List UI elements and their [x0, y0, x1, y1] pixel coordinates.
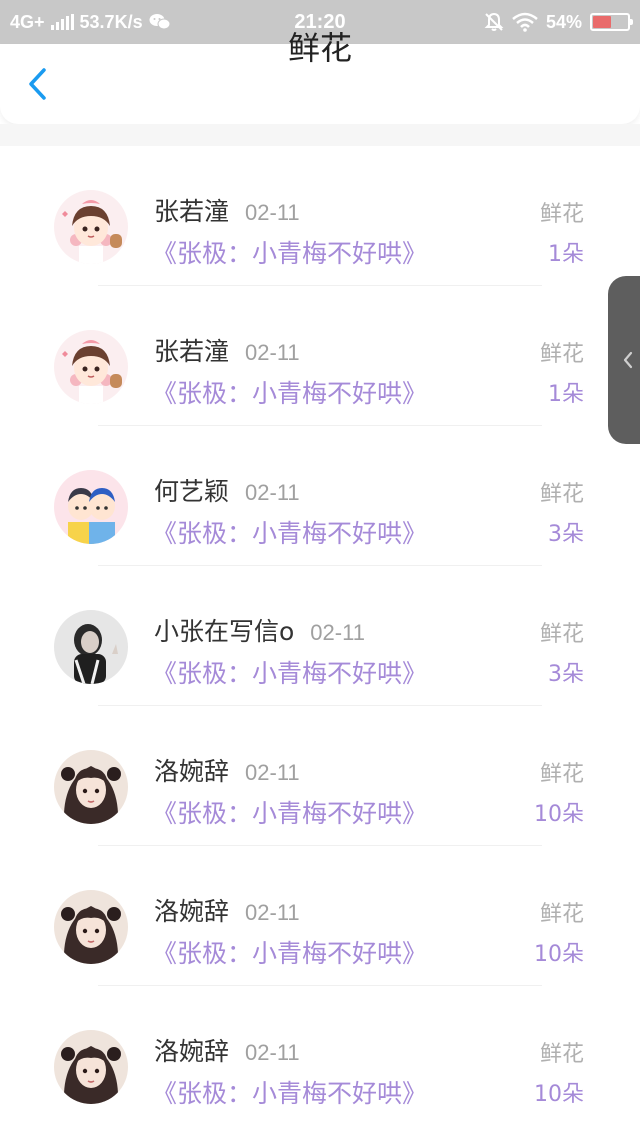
gift-type-label: 鲜花 [539, 482, 584, 507]
name-line: 张若潼 02-11 [154, 192, 300, 228]
user-name[interactable]: 洛婉辞 [154, 892, 229, 928]
gift-type-label: 鲜花 [539, 202, 584, 227]
gift-type-label: 鲜花 [539, 622, 584, 647]
wechat-icon [149, 14, 171, 30]
user-name[interactable]: 张若潼 [154, 192, 229, 228]
gift-count: 3朵 [548, 662, 584, 687]
book-title[interactable]: 《张极：小青梅不好哄》 [152, 1074, 427, 1110]
gift-type-label: 鲜花 [539, 342, 584, 367]
user-name[interactable]: 洛婉辞 [154, 752, 229, 788]
user-name[interactable]: 洛婉辞 [154, 1032, 229, 1068]
gift-type-label: 鲜花 [539, 1042, 584, 1067]
gift-count: 1朵 [548, 242, 584, 267]
avatar[interactable] [54, 1030, 128, 1104]
status-left: 4G+ 53.7K/s [10, 0, 171, 44]
gift-date: 02-11 [245, 1040, 300, 1065]
name-line: 小张在写信o 02-11 [154, 612, 365, 648]
book-title[interactable]: 《张极：小青梅不好哄》 [152, 374, 427, 410]
gift-date: 02-11 [245, 760, 300, 785]
network-speed: 53.7K/s [79, 11, 143, 32]
book-title[interactable]: 《张极：小青梅不好哄》 [152, 794, 427, 830]
girl-photo-avatar [54, 890, 128, 964]
list-item[interactable]: 小张在写信o 02-11 《张极：小青梅不好哄》 鲜花 3朵 [0, 566, 640, 706]
header-separator [0, 124, 640, 146]
list-item[interactable]: 洛婉辞 02-11 《张极：小青梅不好哄》 鲜花 10朵 [0, 846, 640, 986]
gift-count: 3朵 [548, 522, 584, 547]
status-bar: 4G+ 53.7K/s 21:20 54% [0, 0, 640, 44]
girl-cartoon-avatar [54, 330, 128, 404]
list-item[interactable]: 洛婉辞 02-11 《张极：小青梅不好哄》 鲜花 10朵 [0, 986, 640, 1126]
girl-cartoon-avatar [54, 190, 128, 264]
list-item[interactable]: 张若潼 02-11 《张极：小青梅不好哄》 鲜花 1朵 [0, 146, 640, 286]
gift-date: 02-11 [245, 480, 300, 505]
bell-off-icon [484, 12, 504, 31]
chevron-left-icon [623, 351, 633, 369]
battery-icon [590, 13, 633, 31]
network-type: 4G+ [10, 11, 45, 32]
book-title[interactable]: 《张极：小青梅不好哄》 [152, 514, 427, 550]
user-name[interactable]: 张若潼 [154, 332, 229, 368]
avatar[interactable] [54, 470, 128, 544]
book-title[interactable]: 《张极：小青梅不好哄》 [152, 934, 427, 970]
avatar[interactable] [54, 750, 128, 824]
name-line: 何艺颖 02-11 [154, 472, 300, 508]
gift-type-label: 鲜花 [539, 902, 584, 927]
side-drawer-handle[interactable] [608, 276, 640, 444]
gift-count: 10朵 [534, 802, 584, 827]
name-line: 洛婉辞 02-11 [154, 1032, 300, 1068]
gift-count: 10朵 [534, 1082, 584, 1107]
list-item[interactable]: 何艺颖 02-11 《张极：小青梅不好哄》 鲜花 3朵 [0, 426, 640, 566]
gift-list: 张若潼 02-11 《张极：小青梅不好哄》 鲜花 1朵 张若潼 02-11 《张… [0, 146, 640, 1126]
battery-percent: 54% [545, 11, 582, 32]
user-name[interactable]: 何艺颖 [154, 472, 229, 508]
name-line: 洛婉辞 02-11 [154, 892, 300, 928]
book-title[interactable]: 《张极：小青梅不好哄》 [152, 654, 427, 690]
avatar[interactable] [54, 190, 128, 264]
gift-type-label: 鲜花 [539, 762, 584, 787]
chevron-left-icon [29, 68, 46, 100]
book-title[interactable]: 《张极：小青梅不好哄》 [152, 234, 427, 270]
user-name[interactable]: 小张在写信o [154, 612, 294, 648]
wifi-icon [512, 12, 538, 32]
list-item[interactable]: 张若潼 02-11 《张极：小青梅不好哄》 鲜花 1朵 [0, 286, 640, 426]
gift-date: 02-11 [310, 620, 365, 645]
couple-cartoon-avatar [54, 470, 128, 544]
girl-photo-avatar [54, 750, 128, 824]
avatar[interactable] [54, 890, 128, 964]
gift-date: 02-11 [245, 900, 300, 925]
gift-count: 10朵 [534, 942, 584, 967]
battery-level [593, 16, 611, 28]
avatar[interactable] [54, 330, 128, 404]
gift-count: 1朵 [548, 382, 584, 407]
signal-bars-icon [50, 14, 74, 30]
gift-date: 02-11 [245, 340, 300, 365]
list-item[interactable]: 洛婉辞 02-11 《张极：小青梅不好哄》 鲜花 10朵 [0, 706, 640, 846]
name-line: 洛婉辞 02-11 [154, 752, 300, 788]
name-line: 张若潼 02-11 [154, 332, 300, 368]
header-bar [0, 44, 640, 124]
avatar[interactable] [54, 610, 128, 684]
back-button[interactable] [16, 62, 60, 106]
status-right: 54% [484, 0, 633, 44]
photo-avatar [54, 610, 128, 684]
gift-date: 02-11 [245, 200, 300, 225]
girl-photo-avatar [54, 1030, 128, 1104]
